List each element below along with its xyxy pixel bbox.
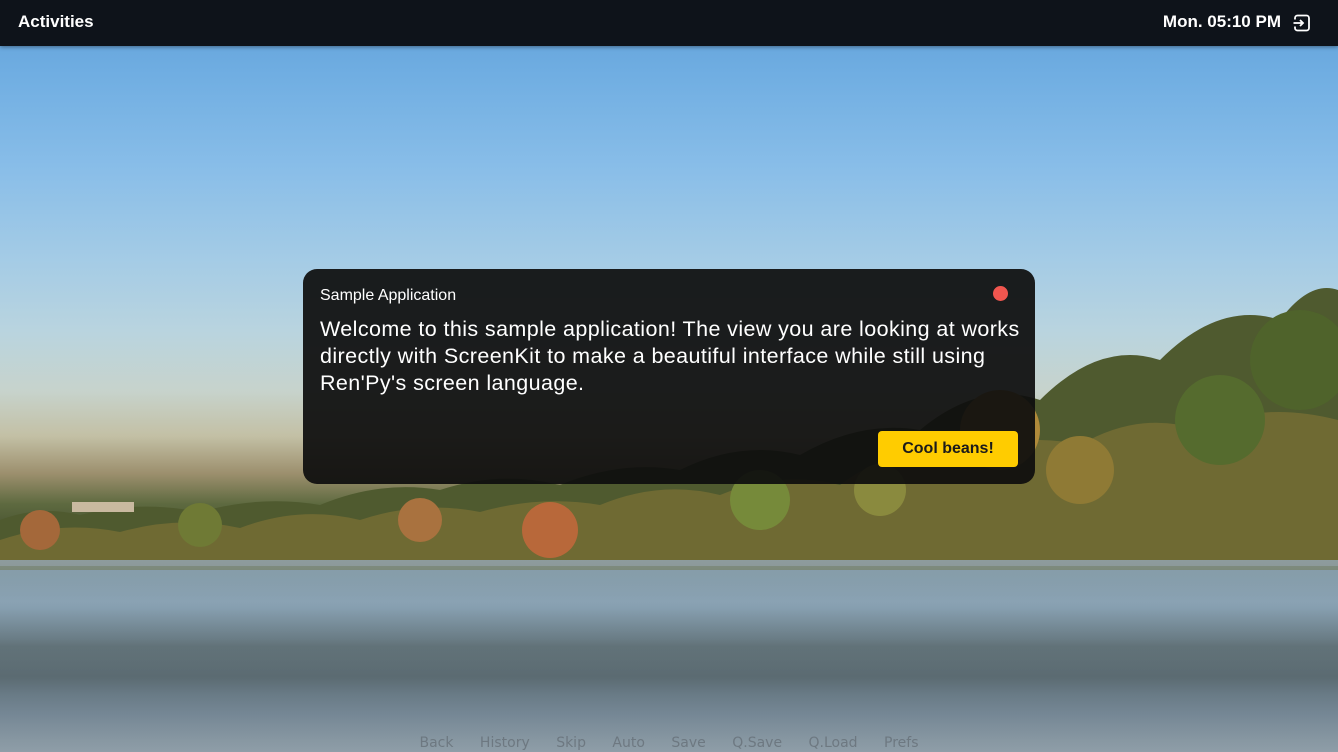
quick-menu-qsave[interactable]: Q.Save xyxy=(732,735,782,751)
quick-menu: Back History Skip Auto Save Q.Save Q.Loa… xyxy=(0,735,1338,752)
quick-menu-auto[interactable]: Auto xyxy=(612,735,645,751)
quick-menu-qload[interactable]: Q.Load xyxy=(809,735,858,751)
quick-menu-skip[interactable]: Skip xyxy=(556,735,586,751)
dialog-message: Welcome to this sample application! The … xyxy=(320,317,1020,395)
quick-menu-save[interactable]: Save xyxy=(671,735,705,751)
close-button[interactable] xyxy=(993,286,1008,301)
lake-water xyxy=(0,560,1338,752)
logout-icon[interactable] xyxy=(1292,13,1312,33)
clock-label: Mon. 05:10 PM xyxy=(1162,12,1281,31)
quick-menu-prefs[interactable]: Prefs xyxy=(884,735,918,751)
sample-dialog: Sample Application Welcome to this sampl… xyxy=(303,269,1035,484)
activities-button[interactable]: Activities xyxy=(18,12,94,32)
top-bar: Activities Mon. 05:10 PM xyxy=(0,0,1338,46)
dialog-title: Sample Application xyxy=(320,287,457,304)
quick-menu-history[interactable]: History xyxy=(480,735,530,751)
desktop-background: Activities Mon. 05:10 PM Sample Applicat… xyxy=(0,0,1338,752)
quick-menu-back[interactable]: Back xyxy=(419,735,453,751)
confirm-button[interactable]: Cool beans! xyxy=(878,431,1018,467)
